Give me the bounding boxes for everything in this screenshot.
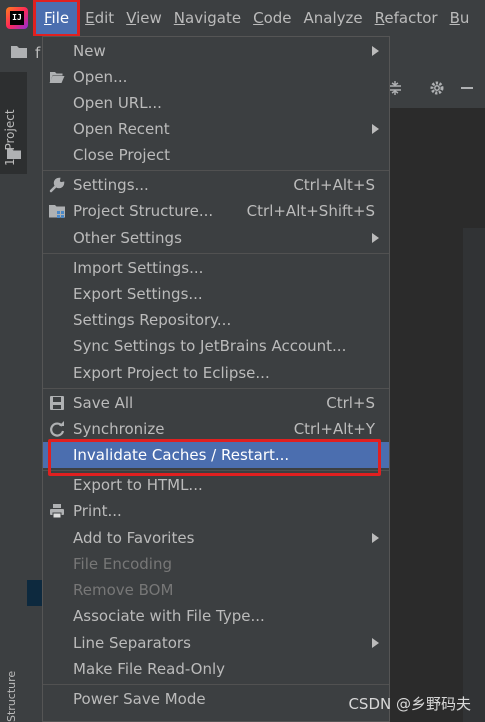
menu-item-other-settings[interactable]: Other Settings <box>43 225 389 251</box>
menu-item-export-eclipse[interactable]: Export Project to Eclipse... <box>43 360 389 386</box>
menu-item-import-settings[interactable]: Import Settings... <box>43 255 389 281</box>
file-menu-dropdown: New Open... Open URL... Open Recent Clos… <box>42 36 390 722</box>
menu-bar: IJ File Edit View Navigate Code Analyze … <box>0 0 485 37</box>
menu-item-close-project[interactable]: Close Project <box>43 142 389 168</box>
hide-icon[interactable] <box>459 80 475 96</box>
submenu-arrow-icon <box>372 638 379 648</box>
menu-separator <box>43 253 389 254</box>
submenu-arrow-icon <box>372 233 379 243</box>
menu-item-settings-repository[interactable]: Settings Repository... <box>43 307 389 333</box>
menu-edit[interactable]: Edit <box>79 0 120 36</box>
menu-item-open-recent[interactable]: Open Recent <box>43 116 389 142</box>
menu-navigate[interactable]: Navigate <box>168 0 247 36</box>
folder-icon <box>11 46 27 58</box>
menu-item-associate-file-type[interactable]: Associate with File Type... <box>43 603 389 629</box>
editor-gutter <box>463 228 485 722</box>
menu-separator <box>43 170 389 171</box>
menu-analyze[interactable]: Analyze <box>298 0 369 36</box>
menu-item-open-url[interactable]: Open URL... <box>43 90 389 116</box>
menu-separator <box>43 388 389 389</box>
project-structure-icon <box>49 205 65 218</box>
menu-item-line-separators[interactable]: Line Separators <box>43 630 389 656</box>
annotation-highlight-box <box>48 439 381 476</box>
menu-item-print[interactable]: Print... <box>43 498 389 524</box>
menu-item-new[interactable]: New <box>43 38 389 64</box>
gear-icon[interactable] <box>429 80 445 96</box>
menu-item-power-save-mode[interactable]: Power Save Mode <box>43 686 389 712</box>
menu-separator <box>43 684 389 685</box>
structure-tab-label[interactable]: Structure <box>5 671 18 722</box>
menu-refactor[interactable]: Refactor <box>369 0 444 36</box>
menu-item-make-read-only[interactable]: Make File Read-Only <box>43 656 389 682</box>
intellij-logo-icon: IJ <box>6 7 28 29</box>
menu-view[interactable]: View <box>120 0 168 36</box>
menu-item-export-settings[interactable]: Export Settings... <box>43 281 389 307</box>
menu-code[interactable]: Code <box>247 0 297 36</box>
menu-file[interactable]: File <box>32 0 81 37</box>
folder-open-icon <box>49 72 65 83</box>
refresh-icon <box>50 421 65 437</box>
menu-item-add-to-favorites[interactable]: Add to Favorites <box>43 525 389 551</box>
watermark: CSDN @乡野码夫 <box>348 695 471 713</box>
submenu-arrow-icon <box>372 46 379 56</box>
menu-item-save-all[interactable]: Save All Ctrl+S <box>43 390 389 416</box>
menu-item-sync-settings[interactable]: Sync Settings to JetBrains Account... <box>43 333 389 359</box>
menu-item-open[interactable]: Open... <box>43 64 389 90</box>
submenu-arrow-icon <box>372 124 379 134</box>
save-icon <box>50 396 64 410</box>
menu-item-file-encoding: File Encoding <box>73 555 172 573</box>
menu-item-settings[interactable]: Settings... Ctrl+Alt+S <box>43 172 389 198</box>
printer-icon <box>50 504 64 519</box>
menu-item-project-structure[interactable]: Project Structure... Ctrl+Alt+Shift+S <box>43 198 389 224</box>
wrench-icon <box>49 177 65 193</box>
submenu-arrow-icon <box>372 533 379 543</box>
menu-build[interactable]: Bu <box>444 0 476 36</box>
project-name-fragment[interactable]: f <box>35 44 40 62</box>
menu-item-remove-bom: Remove BOM <box>73 581 174 599</box>
folder-icon <box>7 149 21 159</box>
